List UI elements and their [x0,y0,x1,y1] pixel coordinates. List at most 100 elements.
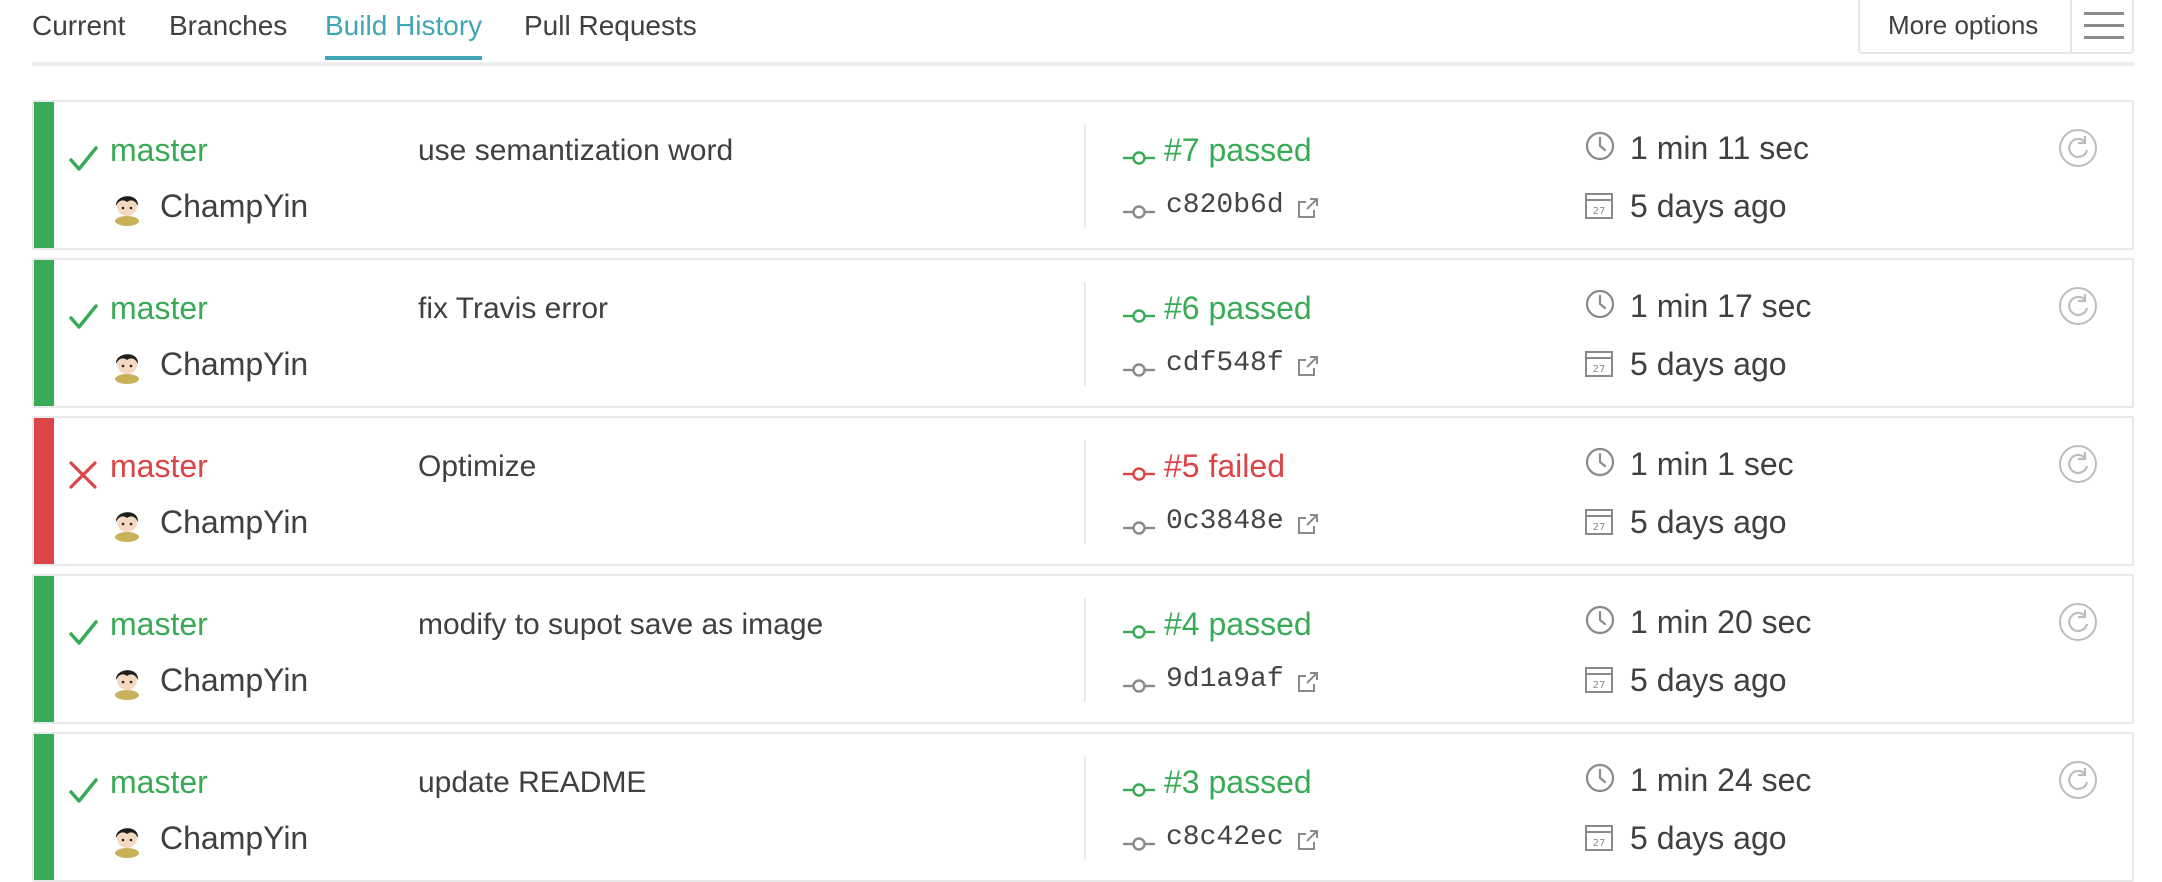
build-commit-icon [1122,465,1156,483]
finished-time: 5 days ago [1630,504,1787,540]
build-number-link[interactable]: #3 passed [1164,764,1312,801]
build-status-stripe [34,102,54,248]
tab-pull-requests[interactable]: Pull Requests [524,10,697,56]
clock-icon [1584,446,1616,478]
external-link-icon[interactable] [1296,512,1320,536]
build-row[interactable]: master ChampYin update README #3 passed … [32,732,2134,882]
svg-text:27: 27 [1593,364,1606,375]
restart-build-icon[interactable] [2058,444,2098,484]
column-divider [1084,440,1086,544]
finished-time: 5 days ago [1630,346,1787,382]
checkmark-icon [66,774,100,808]
build-duration: 1 min 11 sec [1630,130,1810,166]
restart-build-icon[interactable] [2058,602,2098,642]
hamburger-menu-icon[interactable] [2084,12,2124,40]
commit-message: fix Travis error [418,292,609,325]
build-commit-icon [1122,149,1156,167]
external-link-icon[interactable] [1296,196,1320,220]
author-avatar [110,188,144,226]
restart-build-icon[interactable] [2058,286,2098,326]
commit-icon [1122,361,1156,379]
commit-sha-link[interactable]: c820b6d [1166,190,1284,221]
build-row[interactable]: master ChampYin Optimize #5 failed 0c384… [32,416,2134,566]
svg-text:27: 27 [1593,522,1606,533]
build-duration: 1 min 1 sec [1630,446,1794,482]
clock-icon [1584,130,1616,162]
calendar-icon: 27 [1584,190,1614,220]
calendar-icon: 27 [1584,822,1614,852]
commit-icon [1122,203,1156,221]
cross-icon [66,458,100,492]
checkmark-icon [66,616,100,650]
build-status-stripe [34,418,54,564]
build-commit-icon [1122,307,1156,325]
tab-bar: Current Branches Build History Pull Requ… [32,0,2134,66]
tab-build-history[interactable]: Build History [325,10,483,60]
author-avatar [110,504,144,542]
calendar-icon: 27 [1584,348,1614,378]
calendar-icon: 27 [1584,664,1614,694]
build-row[interactable]: master ChampYin use semantization word #… [32,100,2134,250]
more-options-label[interactable]: More options [1888,10,2038,41]
commit-sha-link[interactable]: 0c3848e [1166,506,1284,537]
clock-icon [1584,288,1616,320]
author-name: ChampYin [160,820,309,856]
build-number-link[interactable]: #4 passed [1164,606,1312,643]
build-number-link[interactable]: #7 passed [1164,132,1312,169]
external-link-icon[interactable] [1296,670,1320,694]
column-divider [1084,124,1086,228]
external-link-icon[interactable] [1296,828,1320,852]
branch-name[interactable]: master [110,606,208,643]
build-status-stripe [34,734,54,880]
build-status-stripe [34,260,54,406]
external-link-icon[interactable] [1296,354,1320,378]
commit-sha-link[interactable]: c8c42ec [1166,822,1284,853]
svg-text:27: 27 [1593,206,1606,217]
author-avatar [110,662,144,700]
more-options-divider [2070,0,2072,52]
column-divider [1084,598,1086,702]
svg-text:27: 27 [1593,680,1606,691]
svg-text:27: 27 [1593,838,1606,849]
build-number-link[interactable]: #6 passed [1164,290,1312,327]
build-row[interactable]: master ChampYin modify to supot save as … [32,574,2134,724]
restart-build-icon[interactable] [2058,760,2098,800]
more-options-dropdown[interactable]: More options [1858,0,2134,54]
build-row[interactable]: master ChampYin fix Travis error #6 pass… [32,258,2134,408]
build-commit-icon [1122,781,1156,799]
commit-icon [1122,835,1156,853]
checkmark-icon [66,300,100,334]
branch-name[interactable]: master [110,764,208,801]
author-name: ChampYin [160,662,309,698]
column-divider [1084,282,1086,386]
build-duration: 1 min 20 sec [1630,604,1812,640]
finished-time: 5 days ago [1630,188,1787,224]
author-avatar [110,346,144,384]
finished-time: 5 days ago [1630,662,1787,698]
commit-icon [1122,519,1156,537]
commit-sha-link[interactable]: cdf548f [1166,348,1284,379]
commit-message: modify to supot save as image [418,608,824,641]
commit-message: update README [418,766,647,799]
author-avatar [110,820,144,858]
commit-message: use semantization word [418,134,734,167]
branch-name[interactable]: master [110,448,208,485]
author-name: ChampYin [160,504,309,540]
branch-name[interactable]: master [110,132,208,169]
calendar-icon: 27 [1584,506,1614,536]
commit-sha-link[interactable]: 9d1a9af [1166,664,1284,695]
build-status-stripe [34,576,54,722]
author-name: ChampYin [160,188,309,224]
restart-build-icon[interactable] [2058,128,2098,168]
clock-icon [1584,762,1616,794]
author-name: ChampYin [160,346,309,382]
build-duration: 1 min 24 sec [1630,762,1812,798]
commit-icon [1122,677,1156,695]
finished-time: 5 days ago [1630,820,1787,856]
tab-branches[interactable]: Branches [169,10,287,56]
tab-current[interactable]: Current [32,10,125,56]
branch-name[interactable]: master [110,290,208,327]
commit-message: Optimize [418,450,537,483]
build-number-link[interactable]: #5 failed [1164,448,1285,485]
checkmark-icon [66,142,100,176]
